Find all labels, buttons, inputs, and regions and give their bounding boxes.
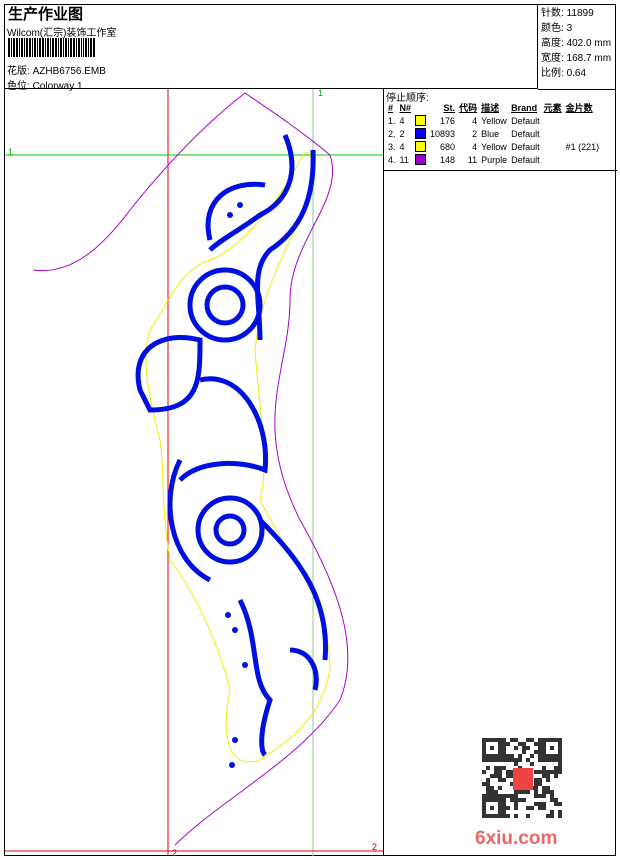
guide-label-top: 1 (318, 88, 323, 98)
guide-label-left: 1 (8, 147, 13, 157)
watermark: 6xiu.com (470, 738, 570, 849)
guide-label-right: 2 (372, 842, 377, 852)
design-canvas: 1 1 2 2 (5, 88, 383, 858)
qr-code-icon (482, 738, 564, 820)
embroidery-blue (135, 134, 329, 757)
outline-purple (32, 92, 349, 846)
outline-yellow (145, 152, 331, 763)
guide-label-bottom: 2 (172, 848, 177, 858)
watermark-text: 6xiu.com (475, 828, 558, 849)
